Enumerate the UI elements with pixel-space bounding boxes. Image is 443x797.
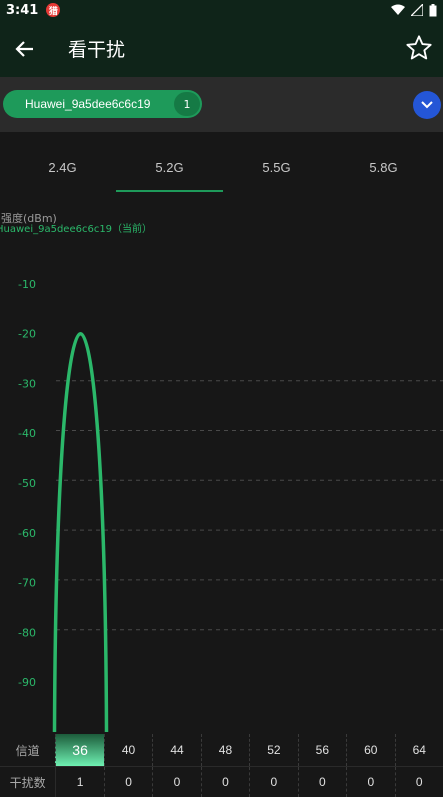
series-label: Huawei_9a5dee6c6c19（当前） <box>0 222 152 235</box>
count-cell: 0 <box>394 767 443 797</box>
page-title: 看干扰 <box>68 39 126 61</box>
channel-cell[interactable]: 40 <box>103 734 152 766</box>
battery-icon <box>429 3 437 16</box>
channel-row: 信道 36 40 44 48 52 56 60 64 <box>0 734 443 766</box>
y-tick-label: -50 <box>18 477 36 490</box>
tab-5-2g[interactable]: 5.2G <box>116 148 223 192</box>
y-tick-label: -20 <box>18 328 36 341</box>
wifi-icon <box>391 4 405 15</box>
y-tick-label: -90 <box>18 676 36 689</box>
chevron-down-icon <box>421 101 433 109</box>
network-chip[interactable]: Huawei_9a5dee6c6c19 1 <box>3 90 202 118</box>
app-bar: 看干扰 <box>0 20 443 77</box>
y-tick-label: -80 <box>18 626 36 639</box>
y-tick-label: -60 <box>18 527 36 540</box>
channel-cell[interactable]: 44 <box>152 734 200 766</box>
arrow-left-icon <box>15 40 33 57</box>
count-cell: 0 <box>346 767 394 797</box>
count-cell: 0 <box>103 767 152 797</box>
count-cell: 0 <box>249 767 297 797</box>
tab-5-5g[interactable]: 5.5G <box>223 148 330 192</box>
status-bar: 3:41 猎 <box>0 0 443 20</box>
count-cell: 0 <box>152 767 200 797</box>
y-axis-label: 强度(dBm) <box>1 211 57 225</box>
y-tick-label: -10 <box>18 278 36 291</box>
y-axis-ticks: -10 -20 -30 -40 -50 -60 -70 -80 -90 <box>18 278 36 689</box>
y-tick-label: -30 <box>18 377 36 390</box>
channel-cell[interactable]: 36 <box>55 734 104 766</box>
chart-grid <box>56 380 443 631</box>
count-cell: 1 <box>55 767 103 797</box>
signal-curve <box>52 331 109 733</box>
network-chip-bar: Huawei_9a5dee6c6c19 1 <box>0 77 443 132</box>
count-cell: 0 <box>200 767 249 797</box>
channel-cell[interactable]: 64 <box>394 734 443 766</box>
channel-cell[interactable]: 48 <box>200 734 249 766</box>
channel-cell[interactable]: 60 <box>346 734 394 766</box>
count-row-label: 干扰数 <box>9 775 46 790</box>
status-time: 3:41 <box>6 2 39 18</box>
channel-row-label: 信道 <box>15 743 40 758</box>
y-tick-label: -40 <box>18 427 36 440</box>
signal-icon <box>411 4 423 16</box>
network-name: Huawei_9a5dee6c6c19 <box>25 97 151 111</box>
back-button[interactable] <box>0 20 50 77</box>
y-tick-label: -70 <box>18 577 36 590</box>
notification-icon: 猎 <box>46 3 61 17</box>
interference-chart: -10 -20 -30 -40 -50 -60 -70 -80 -90 强度(dBm) Huaw… <box>0 211 443 733</box>
interference-count-row: 干扰数 1 0 0 0 0 0 0 0 <box>0 766 443 797</box>
tab-5-8g[interactable]: 5.8G <box>330 148 437 192</box>
band-tabs: 2.4G 5.2G 5.5G 5.8G <box>0 148 443 192</box>
tab-2-4g[interactable]: 2.4G <box>9 148 116 192</box>
network-count-badge: 1 <box>174 92 200 116</box>
star-icon[interactable] <box>405 34 433 62</box>
count-cell: 0 <box>297 767 346 797</box>
expand-button[interactable] <box>413 91 441 119</box>
channel-cell[interactable]: 56 <box>297 734 346 766</box>
channel-cell[interactable]: 52 <box>249 734 297 766</box>
